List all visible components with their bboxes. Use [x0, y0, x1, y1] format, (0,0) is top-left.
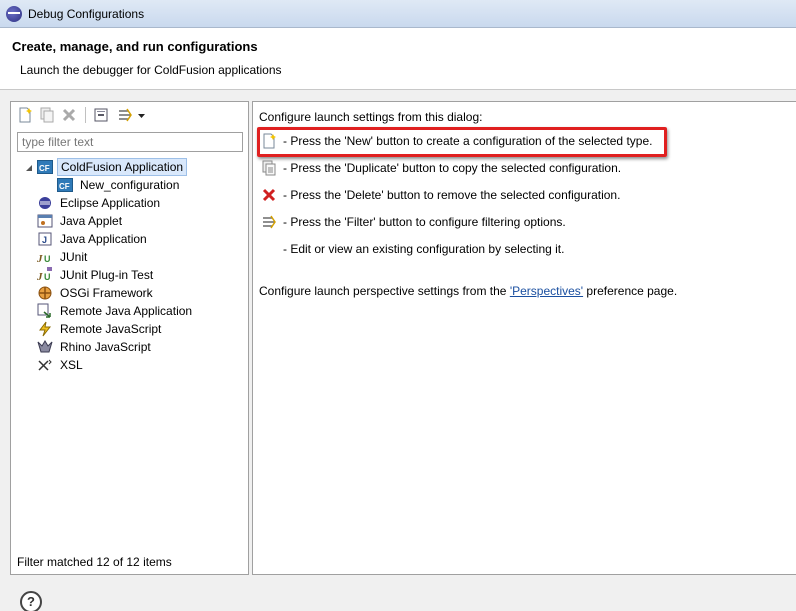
config-list-panel: CF ColdFusion Application CF New_configu…: [10, 101, 249, 575]
duplicate-icon[interactable]: [39, 107, 55, 123]
tree-item-label: Eclipse Application: [60, 196, 161, 210]
tree-item-label: Remote Java Application: [60, 304, 193, 318]
instructions-panel: Configure launch settings from this dial…: [252, 101, 796, 575]
java-app-icon: J: [37, 231, 53, 247]
eclipse-app-icon: [6, 6, 22, 22]
title-bar: Debug Configurations: [0, 0, 796, 28]
dialog-title: Create, manage, and run configurations: [12, 39, 258, 54]
osgi-icon: [37, 285, 53, 301]
dialog-header: Create, manage, and run configurations L…: [0, 28, 796, 90]
applet-icon: [37, 213, 53, 229]
xsl-icon: [37, 357, 53, 373]
tree-item-label: ColdFusion Application: [57, 158, 188, 176]
toolbar-separator: [85, 107, 86, 123]
filter-icon: [261, 214, 277, 230]
instruction-text: - Press the 'Filter' button to configure…: [283, 215, 566, 229]
filter-input[interactable]: [17, 132, 243, 152]
eclipse-icon: [37, 195, 53, 211]
tree-item-label: JUnit: [60, 250, 88, 264]
dropdown-arrow-icon[interactable]: [137, 107, 147, 123]
junit-plugin-icon: JU: [36, 267, 53, 283]
collapse-all-icon[interactable]: [93, 107, 109, 123]
tree-item-label: Java Applet: [60, 214, 123, 228]
svg-text:J: J: [37, 271, 43, 283]
tree-item-label: Remote JavaScript: [60, 322, 162, 336]
instruction-text: - Edit or view an existing configuration…: [283, 242, 565, 256]
tree-item-label: JUnit Plug-in Test: [60, 268, 154, 282]
instruction-text: - Press the 'Delete' button to remove th…: [283, 188, 621, 202]
dialog-subtitle: Launch the debugger for ColdFusion appli…: [20, 63, 282, 77]
help-icon[interactable]: ?: [20, 591, 42, 611]
svg-text:CF: CF: [59, 182, 70, 191]
svg-text:CF: CF: [39, 164, 50, 173]
instructions-intro: Configure launch settings from this dial…: [259, 110, 483, 124]
tree-item-label: OSGi Framework: [60, 286, 153, 300]
duplicate-icon: [261, 160, 277, 176]
tree-item-label: XSL: [60, 358, 83, 372]
svg-text:J: J: [37, 253, 43, 265]
delete-icon[interactable]: [61, 107, 77, 123]
perspective-prefix: Configure launch perspective settings fr…: [259, 284, 510, 298]
svg-text:J: J: [42, 235, 47, 245]
window-title: Debug Configurations: [28, 7, 145, 21]
coldfusion-icon: CF: [37, 159, 53, 175]
config-toolbar: [11, 102, 248, 128]
expand-toggle-icon[interactable]: [25, 161, 33, 171]
svg-text:U: U: [44, 254, 51, 264]
coldfusion-icon: CF: [57, 177, 73, 193]
tree-item-label: Java Application: [60, 232, 147, 246]
rhino-icon: [37, 339, 53, 355]
remote-java-icon: [37, 303, 53, 319]
perspective-settings-text: Configure launch perspective settings fr…: [259, 284, 677, 298]
tree-item-label: Rhino JavaScript: [60, 340, 151, 354]
instruction-text: - Press the 'New' button to create a con…: [283, 134, 653, 148]
tree-item-label: New_configuration: [80, 178, 180, 192]
svg-text:U: U: [44, 272, 51, 282]
new-config-icon: [261, 133, 277, 149]
filter-status: Filter matched 12 of 12 items: [17, 555, 172, 569]
remote-js-icon: [37, 321, 53, 337]
filter-icon[interactable]: [117, 107, 133, 123]
new-config-icon[interactable]: [17, 107, 33, 123]
instruction-text: - Press the 'Duplicate' button to copy t…: [283, 161, 622, 175]
perspective-suffix: preference page.: [583, 284, 678, 298]
perspectives-link[interactable]: 'Perspectives': [510, 284, 583, 298]
delete-icon: [261, 187, 277, 203]
junit-icon: JU: [36, 249, 53, 265]
